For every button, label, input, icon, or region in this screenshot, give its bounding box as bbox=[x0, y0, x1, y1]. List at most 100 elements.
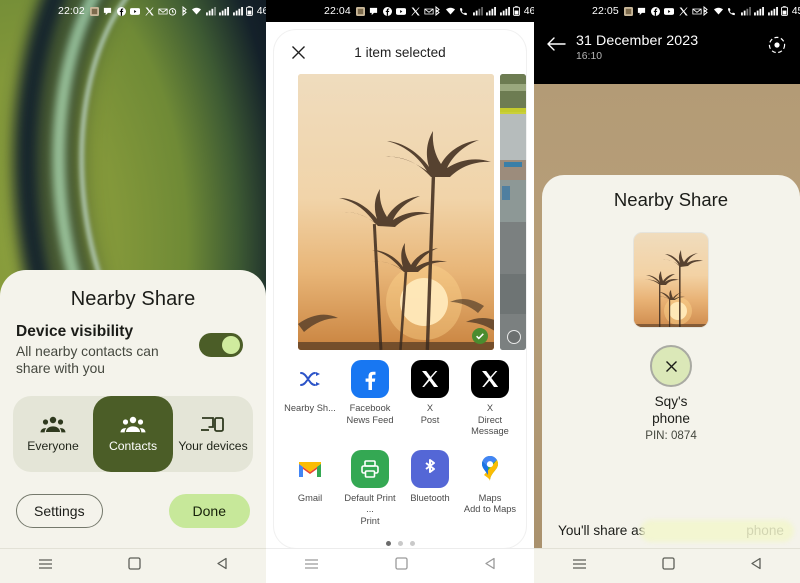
unselected-badge[interactable] bbox=[507, 330, 521, 344]
facebook-icon bbox=[116, 6, 126, 16]
option-everyone[interactable]: Everyone bbox=[13, 396, 93, 472]
share-targets-row-2: Gmail Default Print ... Print Bluetooth … bbox=[280, 449, 520, 528]
youtube-icon bbox=[130, 7, 141, 16]
share-target-x-direct-message[interactable]: X Direct Message bbox=[460, 360, 520, 438]
signal-icon-3 bbox=[767, 6, 778, 16]
signal-icon bbox=[205, 6, 216, 16]
share-target-sub: News Feed bbox=[346, 414, 394, 425]
share-sheet-header: 1 item selected bbox=[274, 30, 526, 74]
share-targets: Nearby Sh... Facebook News Feed X Post X… bbox=[274, 31, 526, 546]
device-avatar[interactable] bbox=[650, 345, 692, 387]
call-icon bbox=[459, 7, 469, 16]
option-your-devices[interactable]: Your devices bbox=[173, 396, 253, 472]
back-icon[interactable] bbox=[484, 557, 496, 575]
home-icon[interactable] bbox=[128, 557, 141, 575]
preview-image-selected[interactable] bbox=[298, 74, 495, 350]
device-visibility-heading: Device visibility bbox=[16, 322, 134, 340]
x-icon bbox=[471, 360, 509, 398]
share-target-gmail[interactable]: Gmail bbox=[280, 449, 340, 528]
wifi-icon bbox=[191, 7, 202, 16]
battery-icon bbox=[513, 6, 521, 16]
status-bar-right: 22:05 45% bbox=[534, 0, 800, 22]
page-dot-1[interactable] bbox=[385, 540, 391, 546]
wifi-icon bbox=[445, 7, 456, 16]
panel-nearby-share-transfer: 22:05 45% bbox=[534, 0, 800, 583]
lens-icon[interactable] bbox=[768, 33, 786, 59]
share-target-label: Gmail bbox=[298, 493, 322, 505]
photo-time: 16:10 bbox=[576, 51, 603, 62]
photo-viewer-header: 31 December 2023 16:10 bbox=[534, 22, 800, 84]
three-panel-screenshot: 22:02 46% Nearby Share bbox=[0, 0, 800, 583]
share-target-label: Nearby Sh... bbox=[274, 31, 336, 415]
menu-icon[interactable] bbox=[572, 557, 587, 575]
status-notification-icons bbox=[89, 6, 169, 16]
printer-icon bbox=[351, 449, 389, 488]
bluetooth-icon bbox=[181, 6, 188, 16]
battery-percent: 46% bbox=[523, 5, 534, 17]
menu-icon[interactable] bbox=[304, 557, 319, 575]
gallery-icon bbox=[355, 6, 365, 16]
share-target-facebook[interactable]: Facebook News Feed bbox=[340, 360, 400, 438]
android-share-sheet: 1 item selected Nearby Sh... Facebook Ne… bbox=[274, 30, 526, 548]
share-target-x-post[interactable]: X Post bbox=[400, 360, 460, 438]
option-contacts[interactable]: Contacts bbox=[93, 396, 173, 472]
share-target-label: Default Print ... Print bbox=[340, 493, 400, 528]
selection-count-title: 1 item selected bbox=[354, 44, 446, 60]
selected-media-preview bbox=[274, 74, 526, 350]
signal-icon-3 bbox=[499, 6, 510, 16]
share-target-bluetooth[interactable]: Bluetooth bbox=[400, 449, 460, 528]
status-notification-icons bbox=[623, 6, 703, 16]
message-icon bbox=[369, 7, 378, 16]
share-target-nearby-share[interactable]: Nearby Sh... bbox=[274, 31, 340, 438]
status-clock: 22:02 bbox=[58, 5, 85, 17]
signal-icon-2 bbox=[486, 6, 497, 16]
x-twitter-icon bbox=[411, 7, 420, 16]
target-device[interactable]: Sqy's phone PIN: 0874 bbox=[542, 345, 800, 442]
home-icon[interactable] bbox=[662, 557, 675, 575]
preview-image-next[interactable] bbox=[500, 74, 526, 350]
x-twitter-icon bbox=[679, 7, 688, 16]
back-icon[interactable] bbox=[750, 557, 762, 575]
message-icon bbox=[637, 7, 646, 16]
page-dot-3[interactable] bbox=[409, 540, 415, 546]
share-as-row[interactable]: You'll share as phone bbox=[542, 519, 800, 542]
mail-icon bbox=[158, 7, 168, 16]
palm-tree-thumbnail bbox=[634, 233, 708, 327]
nearby-share-icon bbox=[291, 360, 329, 398]
status-clock: 22:05 bbox=[592, 5, 619, 17]
gallery-icon bbox=[89, 6, 99, 16]
share-target-name: Gmail bbox=[297, 492, 323, 503]
share-target-name: Facebook bbox=[349, 403, 391, 413]
signal-icon bbox=[740, 6, 751, 16]
status-system-icons: 46% bbox=[168, 5, 266, 17]
nearby-share-transfer-sheet: Nearby Share Sqy's phone PIN: 0874 You'l… bbox=[542, 175, 800, 548]
navbar-right bbox=[534, 548, 800, 583]
signal-icon-2 bbox=[219, 6, 230, 16]
share-target-sub: Add to Maps bbox=[463, 504, 517, 515]
shared-file-thumbnail bbox=[634, 233, 708, 327]
back-icon[interactable] bbox=[216, 557, 228, 575]
page-dot-2[interactable] bbox=[397, 540, 403, 546]
share-target-label: X Post bbox=[421, 403, 440, 426]
aerial-photo bbox=[500, 74, 526, 350]
signal-icon-3 bbox=[232, 6, 243, 16]
home-icon[interactable] bbox=[395, 557, 408, 575]
panel-share-sheet: 22:04 46% bbox=[266, 0, 534, 583]
settings-button[interactable]: Settings bbox=[16, 494, 103, 528]
option-contacts-label: Contacts bbox=[108, 439, 158, 453]
option-everyone-label: Everyone bbox=[27, 439, 79, 453]
share-target-name: Default Print ... bbox=[344, 492, 396, 515]
share-target-sub: Direct Message bbox=[471, 414, 509, 437]
share-target-default-print[interactable]: Default Print ... Print bbox=[340, 449, 400, 528]
done-button[interactable]: Done bbox=[168, 494, 250, 528]
navbar-mid bbox=[266, 548, 534, 583]
device-visibility-toggle[interactable] bbox=[199, 332, 243, 357]
share-target-maps[interactable]: Maps Add to Maps bbox=[460, 449, 520, 528]
page-indicator bbox=[280, 528, 520, 546]
people-icon bbox=[40, 416, 66, 433]
nearby-share-settings-sheet: Nearby Share Device visibility All nearb… bbox=[0, 269, 266, 548]
back-arrow-icon[interactable] bbox=[546, 33, 574, 56]
menu-icon[interactable] bbox=[38, 557, 53, 575]
status-notification-icons bbox=[355, 6, 435, 16]
page-title: Nearby Share bbox=[70, 287, 196, 310]
